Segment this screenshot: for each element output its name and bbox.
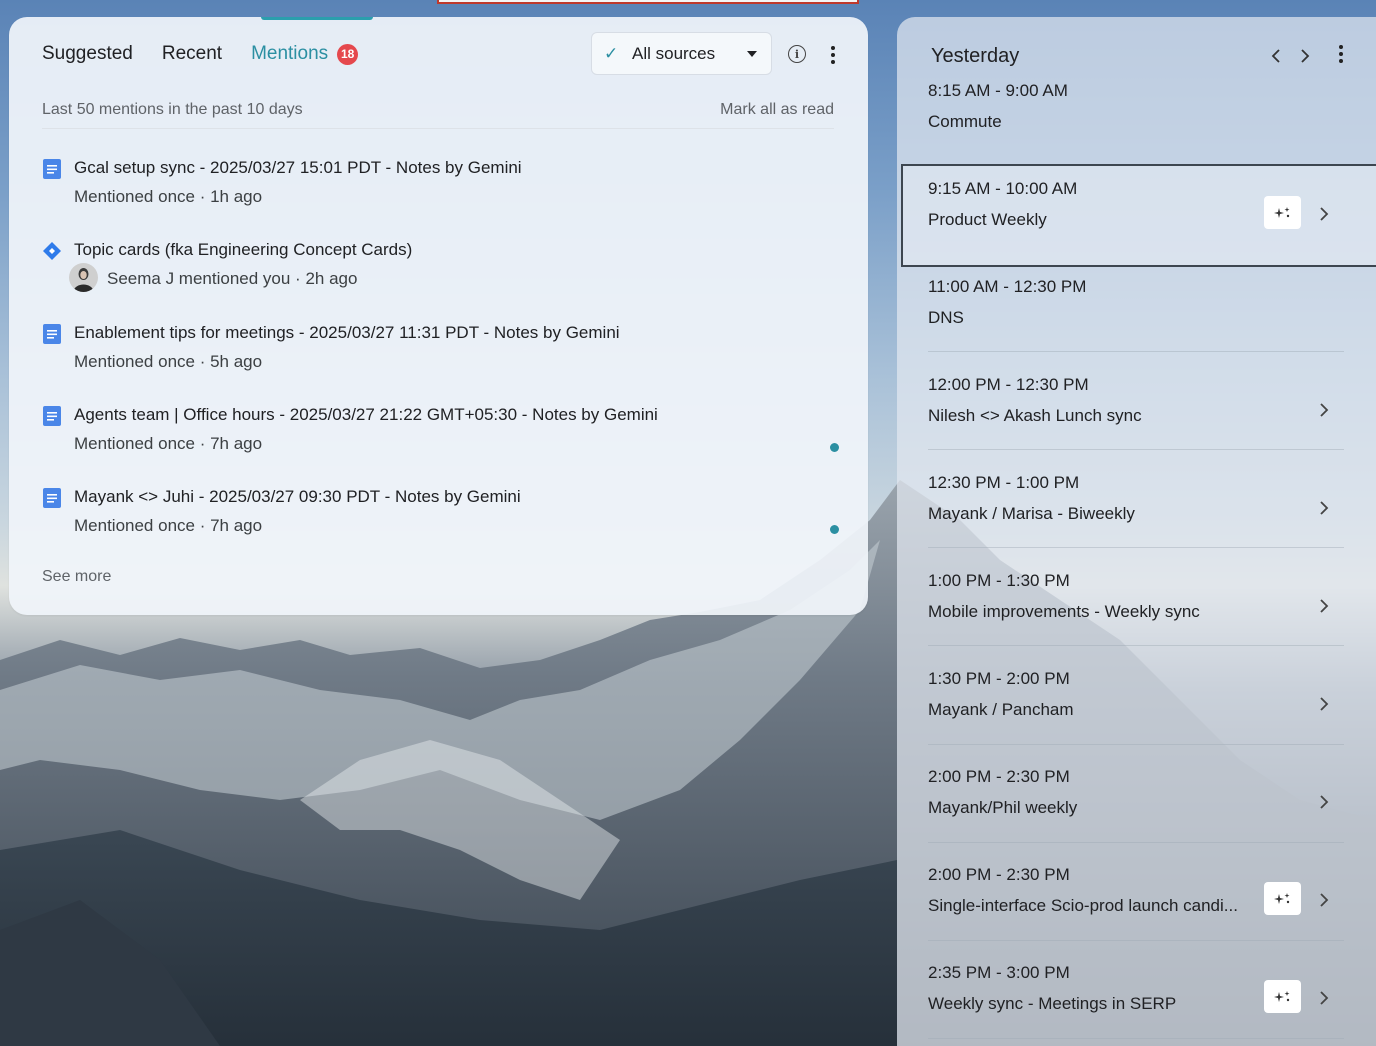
mention-title: Topic cards (fka Engineering Concept Car… (74, 240, 413, 259)
event-title: Mayank / Pancham (928, 700, 1074, 719)
event-time: 9:15 AM - 10:00 AM (928, 179, 1078, 198)
event-time: 8:15 AM - 9:00 AM (928, 81, 1068, 100)
calendar-event[interactable]: 2:00 PM - 2:30 PM Mayank/Phil weekly (928, 767, 1344, 865)
avatar (69, 263, 98, 292)
calendar-event[interactable]: 12:30 PM - 1:00 PM Mayank / Marisa - Biw… (928, 473, 1344, 571)
calendar-event[interactable]: 2:00 PM - 2:30 PM Single-interface Scio-… (928, 865, 1344, 963)
calendar-more-icon[interactable] (1338, 45, 1344, 65)
mention-meta: Seema J mentioned you · 2h ago (107, 269, 358, 288)
chevron-right-icon[interactable] (1318, 597, 1330, 615)
source-filter-label: All sources (632, 43, 716, 63)
tab-bar: Suggested Recent Mentions 18 (42, 43, 359, 65)
calendar-event[interactable]: 9:15 AM - 10:00 AM Product Weekly (928, 179, 1344, 277)
divider (928, 744, 1344, 745)
event-time: 1:30 PM - 2:00 PM (928, 669, 1070, 688)
event-title: Mobile improvements - Weekly sync (928, 602, 1200, 621)
active-tab-indicator (261, 17, 373, 20)
check-icon: ✓ (604, 43, 619, 63)
event-title: Nilesh <> Akash Lunch sync (928, 406, 1142, 425)
sparkle-icon[interactable] (1264, 196, 1301, 229)
chevron-right-icon[interactable] (1296, 47, 1314, 65)
event-title: Product Weekly (928, 210, 1047, 229)
event-time: 12:00 PM - 12:30 PM (928, 375, 1089, 394)
doc-icon (43, 488, 61, 508)
tab-recent[interactable]: Recent (162, 43, 222, 65)
mentions-count-badge: 18 (337, 43, 359, 65)
tab-mentions[interactable]: Mentions (251, 43, 328, 65)
chevron-right-icon[interactable] (1318, 891, 1330, 909)
mention-item[interactable]: Mayank <> Juhi - 2025/03/27 09:30 PDT - … (42, 486, 842, 548)
diamond-icon (43, 242, 61, 260)
chevron-right-icon[interactable] (1318, 989, 1330, 1007)
calendar-event[interactable]: 1:30 PM - 2:00 PM Mayank / Pancham (928, 669, 1344, 767)
event-title: Single-interface Scio-prod launch candi.… (928, 896, 1238, 915)
divider (928, 645, 1344, 646)
event-title: Commute (928, 112, 1002, 131)
divider (928, 547, 1344, 548)
event-time: 1:00 PM - 1:30 PM (928, 571, 1070, 590)
info-icon[interactable]: i (788, 45, 806, 63)
calendar-event[interactable]: 11:00 AM - 12:30 PM DNS (928, 277, 1344, 375)
event-time: 2:00 PM - 2:30 PM (928, 865, 1070, 884)
divider (928, 940, 1344, 941)
mentions-card: Suggested Recent Mentions 18 ✓ All sourc… (9, 17, 868, 615)
mention-meta: Mentioned once · 1h ago (74, 187, 263, 206)
chevron-right-icon[interactable] (1318, 695, 1330, 713)
mention-title: Agents team | Office hours - 2025/03/27 … (74, 405, 658, 424)
mention-item[interactable]: Agents team | Office hours - 2025/03/27 … (42, 404, 842, 466)
doc-icon (43, 406, 61, 426)
mention-meta: Mentioned once · 7h ago (74, 516, 263, 535)
calendar-event[interactable]: 2:35 PM - 3:00 PM Weekly sync - Meetings… (928, 963, 1344, 1046)
divider (928, 842, 1344, 843)
calendar-panel: Yesterday 8:15 AM - 9:00 AM Commute 9:15… (897, 17, 1376, 1046)
mark-all-read-button[interactable]: Mark all as read (720, 101, 834, 119)
mention-title: Gcal setup sync - 2025/03/27 15:01 PDT -… (74, 158, 522, 177)
event-time: 2:35 PM - 3:00 PM (928, 963, 1070, 982)
source-filter-dropdown[interactable]: ✓ All sources (591, 32, 772, 75)
mention-item[interactable]: Enablement tips for meetings - 2025/03/2… (42, 322, 842, 384)
event-title: Mayank/Phil weekly (928, 798, 1078, 817)
mentions-more-icon[interactable] (830, 46, 836, 66)
calendar-event[interactable]: 12:00 PM - 12:30 PM Nilesh <> Akash Lunc… (928, 375, 1344, 473)
mention-item[interactable]: Gcal setup sync - 2025/03/27 15:01 PDT -… (42, 157, 842, 219)
doc-icon (43, 324, 61, 344)
chevron-right-icon[interactable] (1318, 401, 1330, 419)
divider (928, 449, 1344, 450)
dropdown-caret-icon (747, 50, 757, 57)
event-time: 2:00 PM - 2:30 PM (928, 767, 1070, 786)
mention-meta: Mentioned once · 7h ago (74, 434, 263, 453)
chevron-left-icon[interactable] (1267, 47, 1285, 65)
doc-icon (43, 159, 61, 179)
mention-title: Enablement tips for meetings - 2025/03/2… (74, 323, 620, 342)
calendar-day-title: Yesterday (931, 45, 1020, 67)
event-title: Weekly sync - Meetings in SERP (928, 994, 1177, 1013)
divider (928, 351, 1344, 352)
event-title: Mayank / Marisa - Biweekly (928, 504, 1135, 523)
see-more-link[interactable]: See more (42, 568, 111, 586)
unread-dot (830, 443, 839, 452)
sparkle-icon[interactable] (1264, 882, 1301, 915)
event-time: 11:00 AM - 12:30 PM (928, 277, 1087, 296)
event-title: DNS (928, 308, 964, 327)
calendar-event[interactable]: 1:00 PM - 1:30 PM Mobile improvements - … (928, 571, 1344, 669)
mentions-subheader: Last 50 mentions in the past 10 days Mar… (42, 101, 834, 129)
calendar-event[interactable]: 8:15 AM - 9:00 AM Commute (928, 81, 1344, 179)
divider (928, 1038, 1344, 1039)
mention-item[interactable]: Topic cards (fka Engineering Concept Car… (42, 239, 842, 301)
unread-dot (830, 525, 839, 534)
event-time: 12:30 PM - 1:00 PM (928, 473, 1080, 492)
mention-meta: Mentioned once · 5h ago (74, 352, 263, 371)
chevron-right-icon[interactable] (1318, 205, 1330, 223)
top-edge-outline (437, 0, 859, 4)
chevron-right-icon[interactable] (1318, 793, 1330, 811)
tab-suggested[interactable]: Suggested (42, 43, 133, 65)
sparkle-icon[interactable] (1264, 980, 1301, 1013)
chevron-right-icon[interactable] (1318, 499, 1330, 517)
mentions-summary: Last 50 mentions in the past 10 days (42, 101, 303, 118)
mention-title: Mayank <> Juhi - 2025/03/27 09:30 PDT - … (74, 487, 521, 506)
